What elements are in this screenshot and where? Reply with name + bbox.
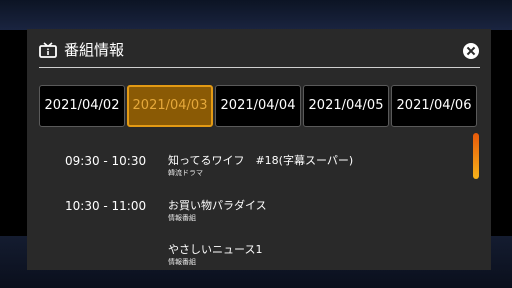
- program-info-panel: 番組情報 2021/04/02 2021/04/03 2021/04/04 20…: [27, 29, 491, 270]
- program-row[interactable]: 10:30 - 11:00 お買い物パラダイス 情報番組: [27, 189, 467, 229]
- date-tab-2021-04-02[interactable]: 2021/04/02: [39, 85, 125, 127]
- date-tab-2021-04-06[interactable]: 2021/04/06: [391, 85, 477, 127]
- scrollbar-thumb[interactable]: [473, 133, 479, 179]
- header-divider: [39, 67, 480, 68]
- program-genre: 情報番組: [168, 214, 196, 222]
- date-tab-2021-04-04[interactable]: 2021/04/04: [215, 85, 301, 127]
- program-genre: 情報番組: [168, 258, 196, 266]
- program-genre: 韓流ドラマ: [168, 169, 203, 177]
- date-tab-bar: 2021/04/02 2021/04/03 2021/04/04 2021/04…: [27, 85, 491, 129]
- close-icon[interactable]: [463, 43, 479, 59]
- date-tab-2021-04-03[interactable]: 2021/04/03: [127, 85, 213, 127]
- panel-header: 番組情報: [27, 29, 491, 73]
- program-time: 10:30 - 11:00: [65, 199, 147, 213]
- program-title: お買い物パラダイス: [168, 199, 267, 212]
- program-title: やさしいニュース1: [168, 243, 263, 256]
- program-title: 知ってるワイフ #18(字幕スーパー): [168, 154, 354, 167]
- date-tab-2021-04-05[interactable]: 2021/04/05: [303, 85, 389, 127]
- program-time: 09:30 - 10:30: [65, 154, 147, 168]
- background-top-band: [0, 0, 512, 30]
- panel-title: 番組情報: [64, 41, 125, 59]
- program-row[interactable]: 09:30 - 10:30 知ってるワイフ #18(字幕スーパー) 韓流ドラマ: [27, 144, 467, 184]
- program-list: 09:30 - 10:30 知ってるワイフ #18(字幕スーパー) 韓流ドラマ …: [27, 141, 467, 270]
- tv-info-icon: [39, 42, 57, 58]
- program-row[interactable]: やさしいニュース1 情報番組: [27, 233, 467, 270]
